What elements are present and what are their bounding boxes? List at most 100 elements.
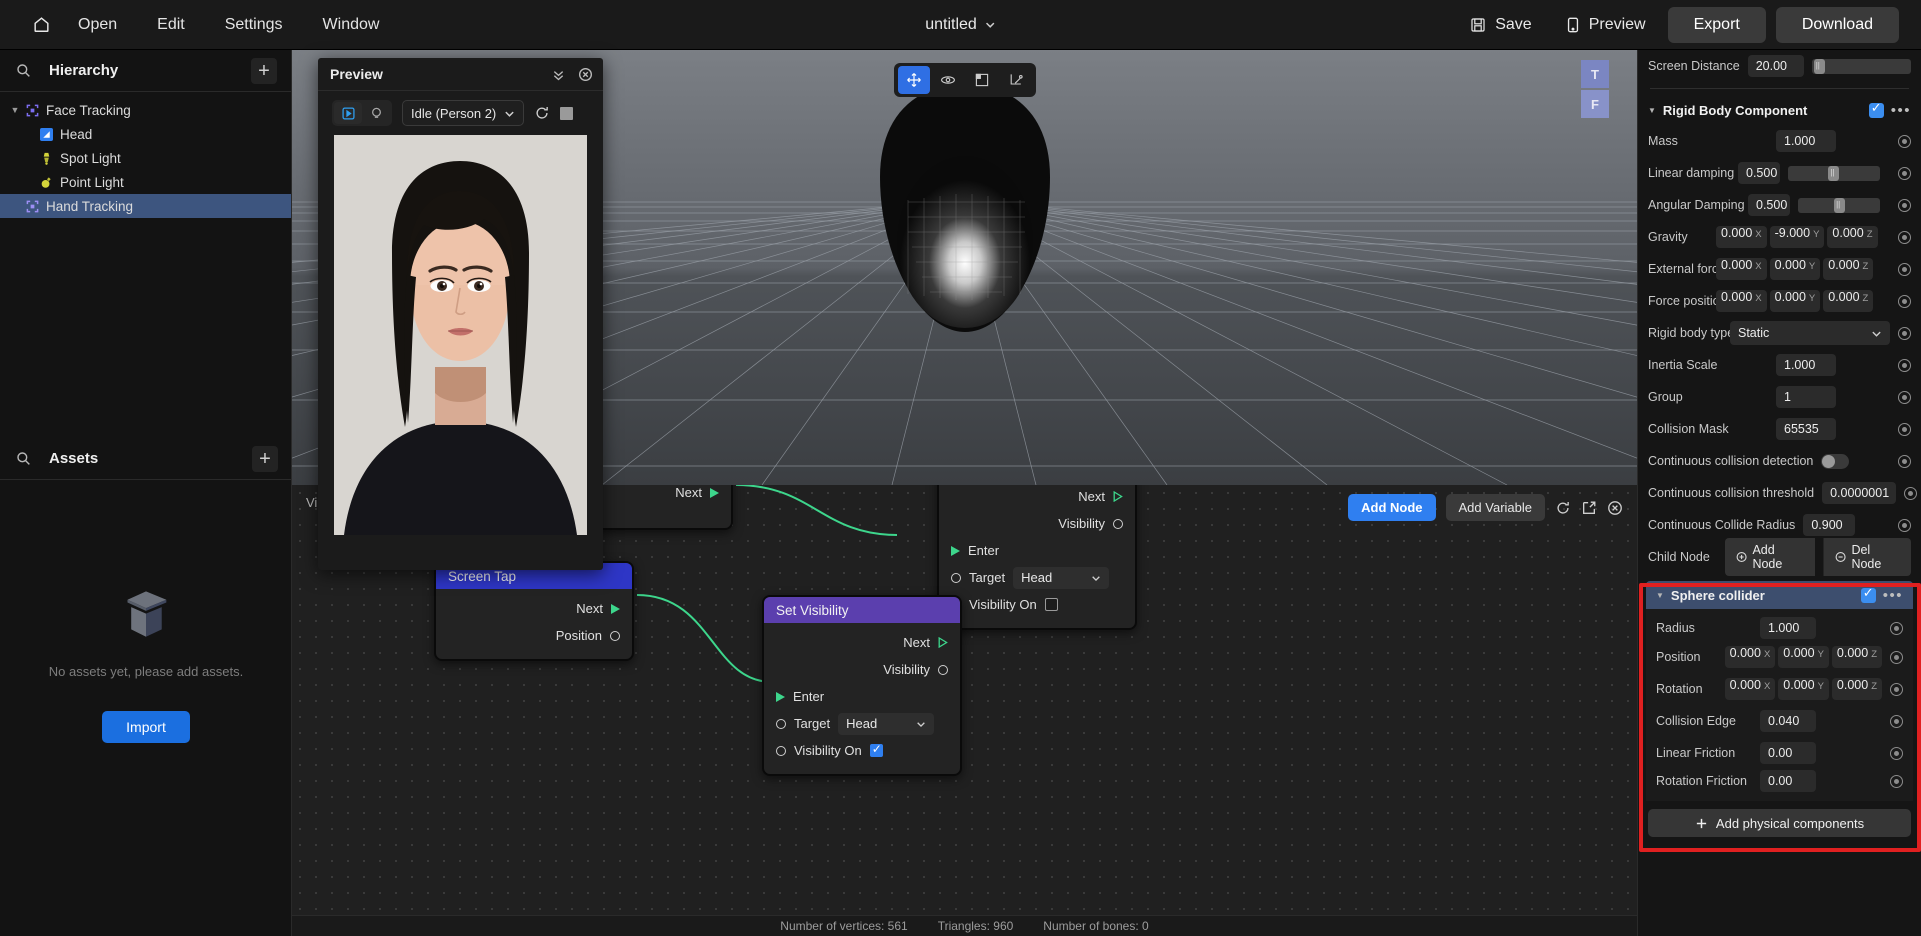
vec-y[interactable]: 0.000 Y: [1769, 258, 1821, 280]
vec-y[interactable]: -9.000 Y: [1769, 226, 1825, 248]
add-variable-button[interactable]: Add Variable: [1445, 494, 1545, 521]
field-value[interactable]: 0.00: [1760, 742, 1816, 764]
reset-button[interactable]: [1898, 326, 1911, 340]
vec-x[interactable]: 0.000 X: [1716, 226, 1767, 248]
node-output-next[interactable]: Next: [436, 595, 632, 622]
import-button[interactable]: Import: [102, 711, 190, 743]
play-box-icon[interactable]: [334, 102, 362, 124]
scale-tool-icon[interactable]: [966, 66, 998, 94]
data-port-icon[interactable]: [776, 745, 786, 756]
node-input-target[interactable]: Target Head: [939, 564, 1135, 591]
graph-node-set-visibility-1[interactable]: Set Visibility Next Visibility Enter Tar…: [937, 485, 1137, 630]
child-add-node-button[interactable]: Add Node: [1725, 538, 1816, 576]
node-visibility-checkbox[interactable]: [1044, 598, 1058, 611]
reset-button[interactable]: [1890, 746, 1903, 760]
exec-port-icon[interactable]: [951, 545, 960, 556]
vec-z[interactable]: 0.000 Z: [1823, 290, 1874, 312]
graph-refresh-button[interactable]: [1555, 500, 1571, 516]
hierarchy-item-spot-light[interactable]: Spot Light: [0, 146, 291, 170]
linear-damping-slider[interactable]: [1788, 165, 1880, 181]
menu-settings[interactable]: Settings: [211, 10, 297, 40]
reset-button[interactable]: [1898, 422, 1911, 436]
reset-button[interactable]: [1890, 650, 1903, 664]
expand-caret-icon[interactable]: ▼: [8, 105, 22, 115]
document-title[interactable]: untitled: [925, 16, 996, 34]
collapse-caret-icon[interactable]: ▼: [1648, 106, 1656, 115]
field-value[interactable]: 0.500: [1748, 194, 1790, 216]
reset-button[interactable]: [1898, 198, 1911, 212]
transform-tool-icon[interactable]: [1000, 66, 1032, 94]
vec-x[interactable]: 0.000 X: [1724, 678, 1776, 700]
more-dots-icon[interactable]: •••: [1891, 102, 1911, 119]
field-value[interactable]: 1: [1776, 386, 1836, 408]
node-output-position[interactable]: Position: [436, 622, 632, 649]
data-port-icon[interactable]: [951, 572, 961, 583]
field-value[interactable]: 65535: [1776, 418, 1836, 440]
data-port-icon[interactable]: [776, 718, 786, 729]
vec-z[interactable]: 0.000 Z: [1831, 646, 1882, 668]
reset-button[interactable]: [1890, 714, 1903, 728]
graph-node-screen-tap[interactable]: Screen Tap Next Position: [434, 561, 634, 661]
graph-popout-button[interactable]: [1581, 500, 1597, 516]
reset-button[interactable]: [1898, 230, 1911, 244]
menu-window[interactable]: Window: [309, 10, 394, 40]
preview-render-area[interactable]: [334, 135, 587, 535]
slider-knob[interactable]: [1828, 165, 1840, 181]
slider-knob[interactable]: [1834, 197, 1846, 213]
data-port-icon[interactable]: [610, 630, 620, 641]
node-input-enter[interactable]: Enter: [939, 537, 1135, 564]
field-value[interactable]: 0.900: [1803, 514, 1856, 536]
preview-button[interactable]: Preview: [1554, 9, 1658, 41]
preview-refresh-button[interactable]: [534, 105, 550, 121]
child-del-node-button[interactable]: Del Node: [1823, 538, 1911, 576]
reset-button[interactable]: [1898, 518, 1911, 532]
vec-y[interactable]: 0.000 Y: [1778, 678, 1829, 700]
exec-port-icon[interactable]: [611, 603, 620, 614]
exec-port-icon[interactable]: [776, 691, 785, 702]
search-icon[interactable]: [16, 63, 31, 78]
hierarchy-item-point-light[interactable]: Point Light: [0, 170, 291, 194]
reset-button[interactable]: [1904, 486, 1918, 500]
exec-out-port-icon[interactable]: [938, 637, 948, 648]
field-value[interactable]: 0.0000001: [1822, 482, 1897, 504]
rigid-body-component-header[interactable]: ▼ Rigid Body Component •••: [1638, 95, 1921, 125]
rigid-body-type-select[interactable]: Static: [1730, 321, 1890, 345]
reset-button[interactable]: [1890, 621, 1903, 635]
light-bulb-icon[interactable]: [362, 102, 390, 124]
reset-button[interactable]: [1898, 358, 1911, 372]
angular-damping-slider[interactable]: [1798, 197, 1880, 213]
hierarchy-item-face-tracking[interactable]: ▼ Face Tracking: [0, 98, 291, 122]
slider-knob[interactable]: [1813, 58, 1825, 74]
vec-z[interactable]: 0.000 Z: [1823, 258, 1874, 280]
node-input-visibility-on[interactable]: Visibility On: [939, 591, 1135, 618]
graph-node-set-visibility-2[interactable]: Set Visibility Next Visibility Enter Tar…: [762, 595, 962, 776]
vec-y[interactable]: 0.000 Y: [1769, 290, 1821, 312]
rotate-tool-icon[interactable]: [932, 66, 964, 94]
data-port-icon[interactable]: [1113, 518, 1123, 529]
reset-button[interactable]: [1898, 134, 1911, 148]
reset-button[interactable]: [1890, 774, 1903, 788]
save-button[interactable]: Save: [1458, 9, 1543, 41]
continuous-collision-toggle[interactable]: [1821, 453, 1850, 469]
axis-gizmo-bottom[interactable]: F: [1581, 90, 1609, 118]
reset-button[interactable]: [1898, 390, 1911, 404]
field-value[interactable]: 1.000: [1760, 617, 1816, 639]
node-target-select[interactable]: Head: [1013, 566, 1110, 589]
close-circle-icon[interactable]: [578, 67, 593, 82]
home-button[interactable]: [24, 8, 58, 42]
collapse-caret-icon[interactable]: ▼: [1656, 591, 1664, 600]
node-output-next[interactable]: Next: [939, 485, 1135, 510]
hierarchy-item-hand-tracking[interactable]: Hand Tracking: [0, 194, 291, 218]
field-value[interactable]: 0.500: [1738, 162, 1780, 184]
exec-out-port-icon[interactable]: [1113, 491, 1123, 502]
reset-button[interactable]: [1898, 294, 1911, 308]
vec-x[interactable]: 0.000 X: [1716, 290, 1767, 312]
sphere-collider-header[interactable]: ▼ Sphere collider •••: [1646, 581, 1913, 609]
field-value[interactable]: 0.040: [1760, 710, 1816, 732]
node-input-enter[interactable]: Enter: [764, 683, 960, 710]
reset-button[interactable]: [1898, 454, 1911, 468]
vec-z[interactable]: 0.000 Z: [1827, 226, 1878, 248]
move-tool-icon[interactable]: [897, 66, 930, 94]
hierarchy-item-head[interactable]: Head: [0, 122, 291, 146]
assets-add-button[interactable]: +: [252, 445, 278, 472]
